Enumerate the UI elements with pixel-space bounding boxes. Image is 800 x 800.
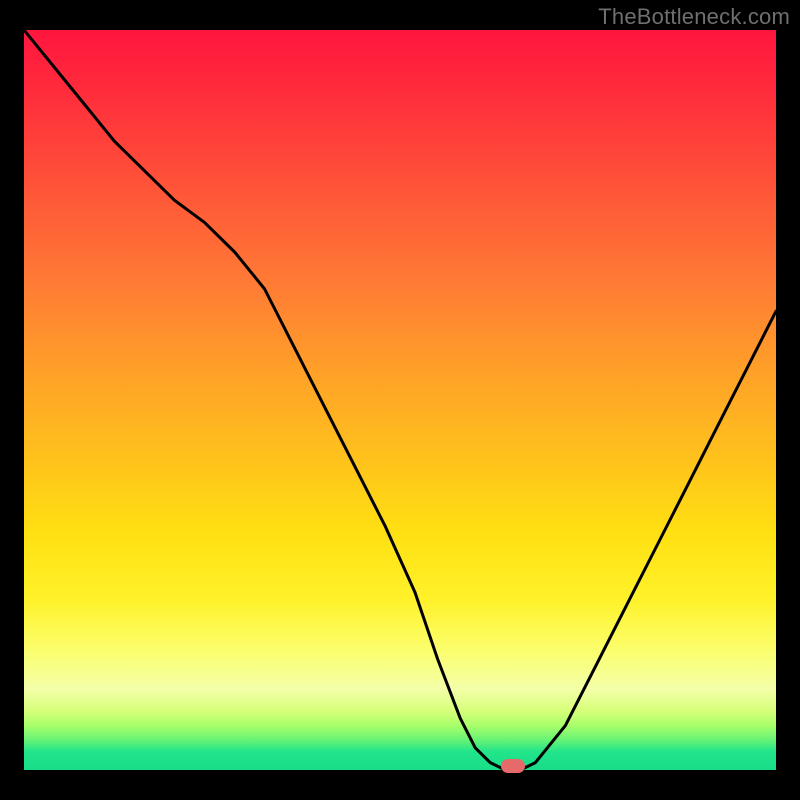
watermark-text: TheBottleneck.com <box>598 4 790 30</box>
bottleneck-curve <box>24 30 776 770</box>
plot-area <box>24 30 776 770</box>
chart-frame: TheBottleneck.com <box>0 0 800 800</box>
optimal-point-marker <box>501 759 525 773</box>
